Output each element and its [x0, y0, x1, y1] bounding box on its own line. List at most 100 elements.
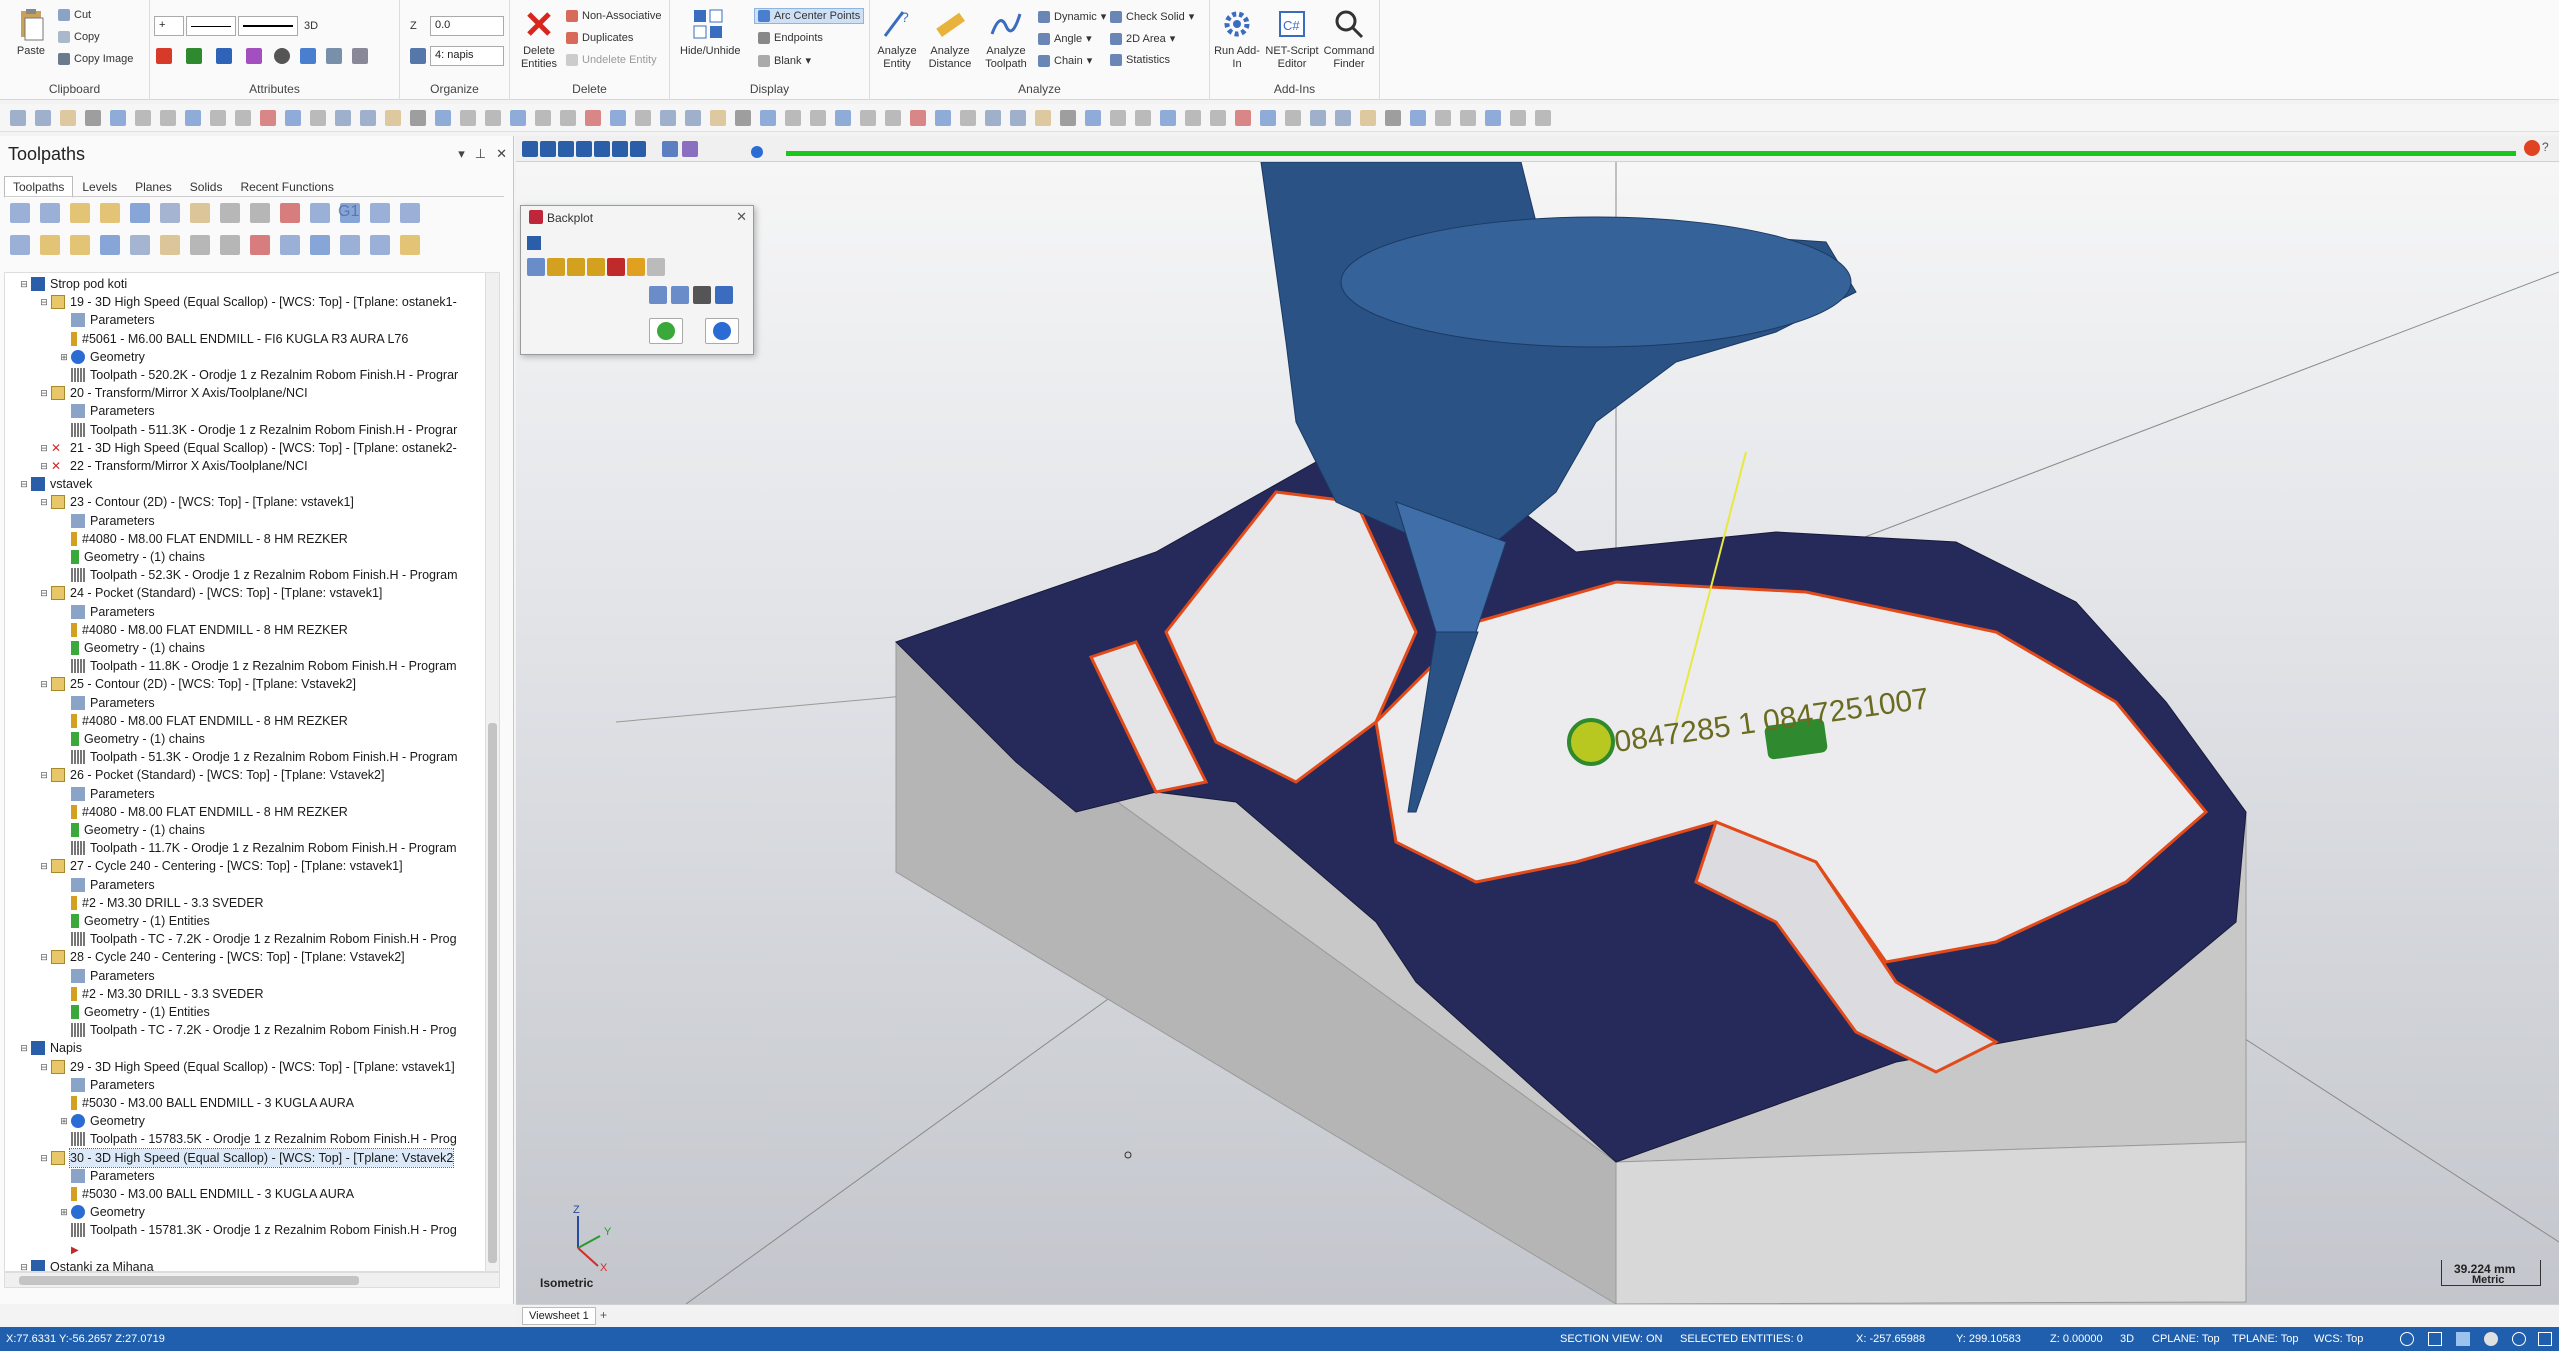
toolpath-trace-icon[interactable] — [662, 141, 678, 157]
maximize-icon[interactable] — [2538, 1332, 2552, 1346]
toolbar-tool-icon[interactable] — [535, 110, 551, 126]
close-icon[interactable]: ✕ — [736, 209, 747, 225]
toolbar-tool-icon[interactable] — [985, 110, 1001, 126]
tree-row[interactable]: #4080 - M8.00 FLAT ENDMILL - 8 HM REZKER — [59, 621, 348, 639]
expand-toggle-icon[interactable]: ⊟ — [39, 384, 49, 402]
net-script-editor-button[interactable]: C# NET-Script Editor — [1264, 6, 1320, 71]
toolbar-tool-icon[interactable] — [335, 110, 351, 126]
tree-row[interactable]: Toolpath - 11.8K - Orodje 1 z Rezalnim R… — [59, 657, 457, 675]
line-style-select[interactable] — [186, 16, 236, 36]
toolpath-manager-tool-icon[interactable] — [40, 235, 60, 255]
hide-unhide-button[interactable]: Hide/Unhide — [680, 6, 741, 58]
tree-row[interactable]: Geometry - (1) chains — [59, 548, 205, 566]
holder-display-icon[interactable] — [567, 258, 585, 276]
tree-row[interactable]: ⊟ ✕ 22 - Transform/Mirror X Axis/Toolplane… — [39, 457, 307, 475]
toolbar-tool-icon[interactable] — [385, 110, 401, 126]
wire-color-icon[interactable] — [156, 48, 172, 64]
tree-row[interactable]: #2 - M3.30 DRILL - 3.3 SVEDER — [59, 894, 264, 912]
toolbar-tool-icon[interactable] — [260, 110, 276, 126]
line-width-select[interactable] — [238, 16, 298, 36]
toolpath-manager-tool-icon[interactable] — [40, 203, 60, 223]
tree-row[interactable]: ⊞ Geometry — [59, 348, 145, 366]
expand-toggle-icon[interactable]: ⊟ — [19, 1258, 29, 1271]
toolbar-tool-icon[interactable] — [1210, 110, 1226, 126]
surface-color-icon[interactable] — [186, 48, 202, 64]
tree-row[interactable]: Parameters — [59, 694, 155, 712]
arc-center-points-button[interactable]: Arc Center Points — [754, 8, 865, 24]
tree-row[interactable]: ⊟ 24 - Pocket (Standard) - [WCS: Top] - [… — [39, 584, 382, 602]
toolpath-manager-tool-icon[interactable] — [340, 203, 360, 223]
tree-row[interactable]: ⊟ 19 - 3D High Speed (Equal Scallop) - [W… — [39, 293, 457, 311]
tree-row[interactable]: ⊟ 28 - Cycle 240 - Centering - [WCS: Top]… — [39, 948, 405, 966]
tree-row[interactable]: Parameters — [59, 311, 155, 329]
tab-toolpaths[interactable]: Toolpaths — [4, 176, 74, 198]
x-coordinate[interactable]: X: -257.65988 — [1856, 1333, 1925, 1345]
analyze-toolpath-button[interactable]: Analyze Toolpath — [980, 6, 1032, 71]
tree-row[interactable]: Parameters — [59, 1167, 155, 1185]
expand-toggle-icon[interactable]: ⊟ — [39, 1149, 49, 1167]
toolpath-manager-tool-icon[interactable] — [130, 203, 150, 223]
toolbar-tool-icon[interactable] — [585, 110, 601, 126]
analyze-entity-button[interactable]: ? Analyze Entity — [874, 6, 920, 71]
tree-row[interactable]: ⊟ Ostanki za Mihana — [19, 1258, 154, 1271]
tree-horizontal-scrollbar[interactable] — [4, 1272, 500, 1288]
screenshot-icon[interactable] — [693, 286, 711, 304]
toolbar-tool-icon[interactable] — [60, 110, 76, 126]
tree-row[interactable]: ⊟ 29 - 3D High Speed (Equal Scallop) - [W… — [39, 1058, 455, 1076]
toolbar-tool-icon[interactable] — [910, 110, 926, 126]
z-coordinate[interactable]: Z: 0.00000 — [2050, 1333, 2103, 1345]
toolbar-tool-icon[interactable] — [1260, 110, 1276, 126]
tab-levels[interactable]: Levels — [73, 176, 126, 198]
toolbar-tool-icon[interactable] — [160, 110, 176, 126]
graphics-viewport[interactable]: ? 0847285 1 0847251007 Z Y X Isometric 3… — [516, 136, 2559, 1304]
toolpath-manager-tool-icon[interactable] — [70, 203, 90, 223]
toolbar-tool-icon[interactable] — [1010, 110, 1026, 126]
expand-toggle-icon[interactable]: ⊟ — [39, 493, 49, 511]
toolbar-tool-icon[interactable] — [1310, 110, 1326, 126]
tree-row[interactable]: ⊞ Geometry — [59, 1112, 145, 1130]
toolbar-tool-icon[interactable] — [135, 110, 151, 126]
tree-row[interactable]: ⊟ 23 - Contour (2D) - [WCS: Top] - [Tplan… — [39, 493, 354, 511]
help-button[interactable] — [705, 318, 739, 344]
y-coordinate[interactable]: Y: 299.10583 — [1956, 1333, 2021, 1345]
toolpath-manager-tool-icon[interactable] — [310, 203, 330, 223]
toolpath-manager-tool-icon[interactable] — [160, 203, 180, 223]
tool-display-icon[interactable] — [547, 258, 565, 276]
texture-icon[interactable] — [246, 48, 262, 64]
toolbar-tool-icon[interactable] — [1185, 110, 1201, 126]
tree-row[interactable]: ⊞ Geometry — [59, 1203, 145, 1221]
paste-button[interactable]: Paste — [8, 6, 54, 58]
toolbar-tool-icon[interactable] — [435, 110, 451, 126]
tree-scroll-thumb[interactable] — [488, 723, 497, 1263]
toolpath-manager-tool-icon[interactable] — [340, 235, 360, 255]
toolbar-tool-icon[interactable] — [285, 110, 301, 126]
toolbar-tool-icon[interactable] — [110, 110, 126, 126]
tree-row[interactable]: ⊟ 30 - 3D High Speed (Equal Scallop) - [W… — [39, 1147, 455, 1168]
expand-toggle-icon[interactable]: ⊟ — [19, 275, 29, 293]
expand-toggle-icon[interactable]: ⊟ — [19, 475, 29, 493]
step-forward-icon[interactable] — [594, 141, 610, 157]
chain-button[interactable]: Chain ▾ — [1038, 54, 1092, 67]
check-solid-button[interactable]: Check Solid ▾ — [1110, 10, 1194, 23]
toolpath-display-icon[interactable] — [682, 141, 698, 157]
add-viewsheet-button[interactable]: + — [600, 1308, 607, 1322]
toolbar-tool-icon[interactable] — [785, 110, 801, 126]
delete-entities-button[interactable]: Delete Entities — [516, 6, 562, 71]
toolpath-manager-tool-icon[interactable] — [130, 235, 150, 255]
toolpath-manager-tool-icon[interactable] — [160, 235, 180, 255]
end-icon[interactable] — [630, 141, 646, 157]
tree-row[interactable]: #4080 - M8.00 FLAT ENDMILL - 8 HM REZKER — [59, 712, 348, 730]
playback-progress-bar[interactable] — [786, 151, 2516, 156]
tree-row[interactable]: ▶ — [59, 1240, 90, 1258]
tree-row[interactable]: Parameters — [59, 402, 155, 420]
toolbar-tool-icon[interactable] — [1460, 110, 1476, 126]
statistics-button[interactable]: Statistics — [1110, 54, 1170, 66]
toolbar-tool-icon[interactable] — [885, 110, 901, 126]
undelete-entity-button[interactable]: Undelete Entity — [566, 54, 657, 66]
expand-toggle-icon[interactable]: ⊟ — [39, 766, 49, 784]
toolbar-tool-icon[interactable] — [760, 110, 776, 126]
toolbar-tool-icon[interactable] — [1110, 110, 1126, 126]
toolpath-manager-tool-icon[interactable] — [250, 235, 270, 255]
level-icon[interactable] — [300, 48, 316, 64]
point-style-select[interactable]: + — [154, 16, 184, 36]
